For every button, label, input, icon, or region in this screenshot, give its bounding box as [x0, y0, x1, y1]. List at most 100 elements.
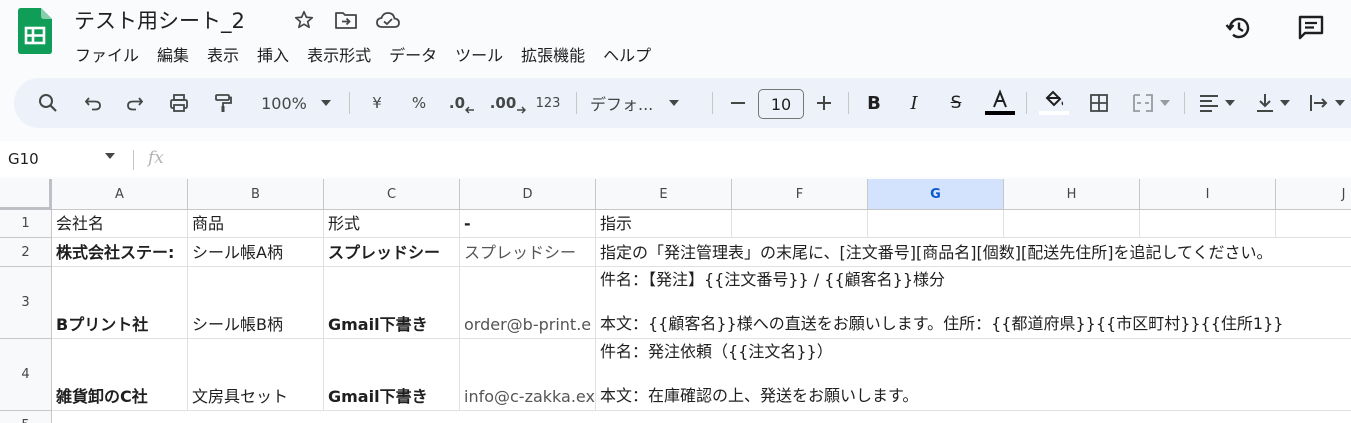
redo-icon[interactable] — [118, 78, 152, 128]
cell-a1[interactable]: 会社名 — [52, 210, 188, 238]
strikethrough-icon[interactable]: S — [940, 78, 972, 128]
font-family-select[interactable]: デフォ... — [590, 78, 704, 128]
column-header-b[interactable]: B — [188, 179, 324, 210]
row-header-1[interactable]: 1 — [0, 210, 52, 238]
toolbar-divider — [1026, 92, 1027, 114]
undo-icon[interactable] — [76, 78, 110, 128]
increase-decimal-button[interactable]: .00 — [488, 78, 528, 128]
document-title[interactable]: テスト用シート_2 — [74, 5, 245, 35]
menu-help[interactable]: ヘルプ — [594, 40, 660, 68]
column-header-f[interactable]: F — [732, 179, 868, 210]
fill-color-icon[interactable] — [1036, 78, 1072, 128]
percent-format-button[interactable]: % — [404, 78, 434, 128]
version-history-icon[interactable] — [1223, 12, 1255, 44]
search-menus-icon[interactable] — [30, 78, 66, 128]
cell-e3[interactable]: 件名：【発注】{{注文番号}} / {{顧客名}}様分 本文：{{顧客名}}様へ… — [596, 267, 1351, 339]
row-header-5[interactable]: 5 — [0, 411, 52, 423]
cell[interactable] — [868, 210, 1004, 238]
cell-e2[interactable]: 指定の「発注管理表」の末尾に、[注文番号][商品名][個数][配送先住所]を追記… — [596, 238, 1351, 267]
column-header-h[interactable]: H — [1004, 179, 1140, 210]
increase-decimal-label: .00 — [489, 94, 517, 112]
chevron-down-icon — [1280, 100, 1290, 106]
menu-extensions[interactable]: 拡張機能 — [512, 40, 594, 68]
cell-c3[interactable]: Gmail下書き — [324, 267, 460, 339]
formula-bar: G10 fx — [0, 141, 1351, 177]
cell[interactable] — [1140, 210, 1276, 238]
increase-font-size-icon[interactable] — [810, 78, 838, 128]
row-header-4[interactable]: 4 — [0, 339, 52, 411]
menu-data[interactable]: データ — [380, 40, 446, 68]
row-header-3[interactable]: 3 — [0, 267, 52, 339]
menu-view[interactable]: 表示 — [198, 40, 248, 68]
decrease-decimal-button[interactable]: .0 — [444, 78, 480, 128]
bold-icon[interactable]: B — [858, 78, 890, 128]
cell-a3[interactable]: Bプリント社 — [52, 267, 188, 339]
cell-b4[interactable]: 文房具セット — [188, 339, 324, 411]
paint-format-icon[interactable] — [206, 78, 240, 128]
cell-c2[interactable]: スプレッドシー — [324, 238, 460, 267]
cell-e4-subject: 件名：発注依頼（{{注文名}}） — [600, 342, 833, 361]
menu-bar: ファイル 編集 表示 挿入 表示形式 データ ツール 拡張機能 ヘルプ — [66, 40, 660, 68]
currency-format-button[interactable]: ¥ — [362, 78, 392, 128]
toolbar-divider — [576, 92, 577, 114]
cloud-saved-icon[interactable] — [374, 8, 402, 32]
comments-icon[interactable] — [1295, 12, 1327, 44]
select-all-corner[interactable] — [0, 179, 52, 210]
column-header-c[interactable]: C — [324, 179, 460, 210]
star-icon[interactable] — [290, 8, 318, 32]
cell-e3-subject: 件名：【発注】{{注文番号}} / {{顧客名}}様分 — [600, 270, 946, 289]
menu-tools[interactable]: ツール — [446, 40, 512, 68]
cell-c1[interactable]: 形式 — [324, 210, 460, 238]
menu-edit[interactable]: 編集 — [148, 40, 198, 68]
menu-format[interactable]: 表示形式 — [298, 40, 380, 68]
decrease-decimal-label: .0 — [448, 94, 466, 112]
row-header-2[interactable]: 2 — [0, 238, 52, 267]
title-actions — [290, 8, 402, 32]
cell-e4-blank-line — [600, 363, 1351, 385]
vertical-align-icon[interactable] — [1250, 78, 1296, 128]
cell-c4[interactable]: Gmail下書き — [324, 339, 460, 411]
column-header-g[interactable]: G — [868, 179, 1004, 210]
cell-d1[interactable]: - — [460, 210, 596, 238]
merge-cells-icon[interactable] — [1126, 78, 1176, 128]
chevron-down-icon[interactable] — [105, 153, 115, 159]
cell[interactable] — [1004, 210, 1140, 238]
sheet-grid: A B C D E F G H I J 1 2 3 4 5 会社名 商品 形式 … — [0, 179, 1351, 423]
horizontal-align-icon[interactable] — [1194, 78, 1240, 128]
print-icon[interactable] — [162, 78, 196, 128]
toolbar-divider — [848, 92, 849, 114]
zoom-value: 100% — [261, 93, 307, 113]
cell-d2[interactable]: スプレッドシー — [460, 238, 596, 267]
column-header-i[interactable]: I — [1140, 179, 1276, 210]
chevron-down-icon — [1160, 100, 1170, 106]
sheets-logo-icon[interactable] — [18, 8, 52, 54]
borders-icon[interactable] — [1082, 78, 1116, 128]
column-header-j[interactable]: J — [1276, 179, 1351, 210]
cell-d3[interactable]: order@b-print.e — [460, 267, 596, 339]
menu-file[interactable]: ファイル — [66, 40, 148, 68]
zoom-select[interactable]: 100% — [248, 78, 344, 128]
move-folder-icon[interactable] — [332, 8, 360, 32]
cell-b2[interactable]: シール帳A柄 — [188, 238, 324, 267]
cell-a2[interactable]: 株式会社ステー: — [52, 238, 188, 267]
cell-e4[interactable]: 件名：発注依頼（{{注文名}}） 本文：在庫確認の上、発送をお願いします。 — [596, 339, 1351, 411]
column-header-d[interactable]: D — [460, 179, 596, 210]
cell-a4[interactable]: 雑貨卸のC社 — [52, 339, 188, 411]
font-size-input[interactable]: 10 — [758, 89, 804, 119]
name-box[interactable]: G10 — [8, 150, 39, 168]
column-header-a[interactable]: A — [52, 179, 188, 210]
column-header-e[interactable]: E — [596, 179, 732, 210]
toolbar: 100% ¥ % .0 .00 123 デフォ... 10 B I S — [14, 78, 1351, 128]
cell-b3[interactable]: シール帳B柄 — [188, 267, 324, 339]
cell-b1[interactable]: 商品 — [188, 210, 324, 238]
cell-d4[interactable]: info@c-zakka.ex — [460, 339, 596, 411]
cell-e1[interactable]: 指示 — [596, 210, 732, 238]
decrease-font-size-icon[interactable] — [724, 78, 752, 128]
cell[interactable] — [1276, 210, 1351, 238]
text-wrapping-icon[interactable] — [1304, 78, 1350, 128]
menu-insert[interactable]: 挿入 — [248, 40, 298, 68]
italic-icon[interactable]: I — [898, 78, 930, 128]
cell[interactable] — [732, 210, 868, 238]
more-formats-button[interactable]: 123 — [532, 78, 564, 128]
text-color-icon[interactable] — [982, 78, 1018, 128]
